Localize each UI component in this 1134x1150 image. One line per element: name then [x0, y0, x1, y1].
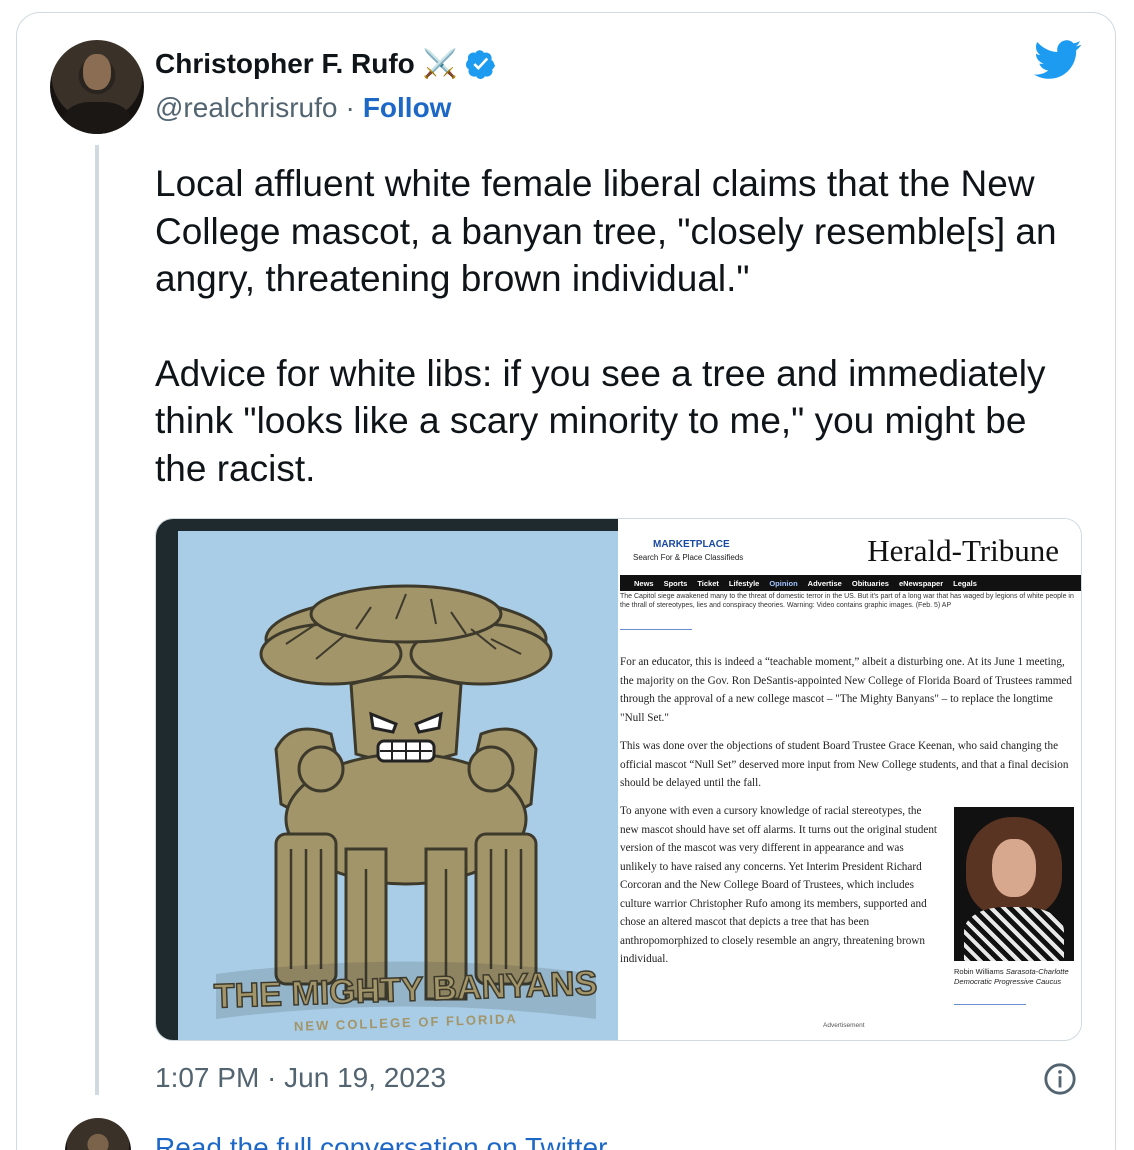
author-name[interactable]: Christopher F. Rufo: [155, 48, 415, 80]
author-handle[interactable]: @realchrisrufo: [155, 92, 337, 124]
tweet-media[interactable]: THE MIGHTY BANYANS NEW COLLEGE OF FLORID…: [155, 518, 1082, 1041]
tweet-paragraph-1: Local affluent white female liberal clai…: [155, 163, 1057, 299]
author-handle-row: @realchrisrufo · Follow: [155, 92, 451, 124]
nav-item: Ticket: [697, 578, 719, 588]
photo-top: [964, 907, 1064, 961]
article-paragraph-1: For an educator, this is indeed a “teach…: [620, 656, 1072, 724]
nav-item: eNewspaper: [898, 578, 944, 588]
author-photo: [954, 807, 1074, 961]
video-caption: The Capitol siege awakened many to the t…: [620, 593, 1074, 609]
avatar-shirt: [62, 102, 132, 134]
newspaper-masthead: Herald-Tribune: [867, 533, 1059, 568]
article-paragraph-2: This was done over the objections of stu…: [620, 740, 1069, 789]
news-nav: News Sports Ticket Lifestyle Opinion Adv…: [620, 575, 1081, 591]
tweet-text: Local affluent white female liberal clai…: [155, 160, 1085, 539]
separator: ·: [345, 92, 355, 123]
thread-line: [95, 145, 99, 1095]
banyan-mascot-illustration: THE MIGHTY BANYANS NEW COLLEGE OF FLORID…: [213, 584, 599, 1034]
tweet-timestamp[interactable]: 1:07 PM · Jun 19, 2023: [155, 1062, 446, 1094]
nav-item-selected: Opinion: [769, 578, 798, 588]
caption-rule: [620, 629, 692, 630]
verified-badge-icon: [465, 49, 495, 79]
read-conversation-link[interactable]: Read the full conversation on Twitter: [155, 1132, 607, 1150]
nav-item: Sports: [663, 578, 688, 588]
tweet-paragraph-2: Advice for white libs: if you see a tree…: [155, 352, 1046, 489]
nav-item: Legals: [953, 578, 977, 588]
nav-item: Obituaries: [851, 578, 889, 588]
info-icon[interactable]: [1043, 1062, 1077, 1096]
photo-caption: Robin Williams Sarasota-Charlotte Democr…: [954, 967, 1074, 987]
photo-rule: [954, 1004, 1026, 1005]
photo-face: [992, 839, 1036, 897]
news-screenshot[interactable]: MARKETPLACE Search For & Place Classifie…: [618, 519, 1081, 1040]
avatar-face: [83, 54, 111, 90]
nav-item: Advertise: [807, 578, 842, 588]
author-avatar[interactable]: [50, 40, 144, 134]
photo-caption-name: Robin Williams: [954, 967, 1004, 976]
marketplace-sub: Search For & Place Classifieds: [633, 553, 744, 562]
nav-item: News: [634, 578, 654, 588]
twitter-bird-icon[interactable]: [1034, 40, 1082, 80]
follow-button[interactable]: Follow: [363, 92, 452, 124]
nav-item: Lifestyle: [728, 578, 760, 588]
mascot-subtitle: NEW COLLEGE OF FLORIDA: [294, 1011, 518, 1034]
mascot-image[interactable]: THE MIGHTY BANYANS NEW COLLEGE OF FLORID…: [156, 519, 618, 1040]
article-paragraph-3: To anyone with even a cursory knowledge …: [620, 805, 938, 965]
crossed-swords-icon: ⚔️: [422, 48, 458, 79]
marketplace-label: MARKETPLACE: [653, 539, 730, 550]
advertisement-label: Advertisement: [823, 1022, 865, 1029]
author-name-row[interactable]: Christopher F. Rufo ⚔️: [155, 47, 496, 80]
